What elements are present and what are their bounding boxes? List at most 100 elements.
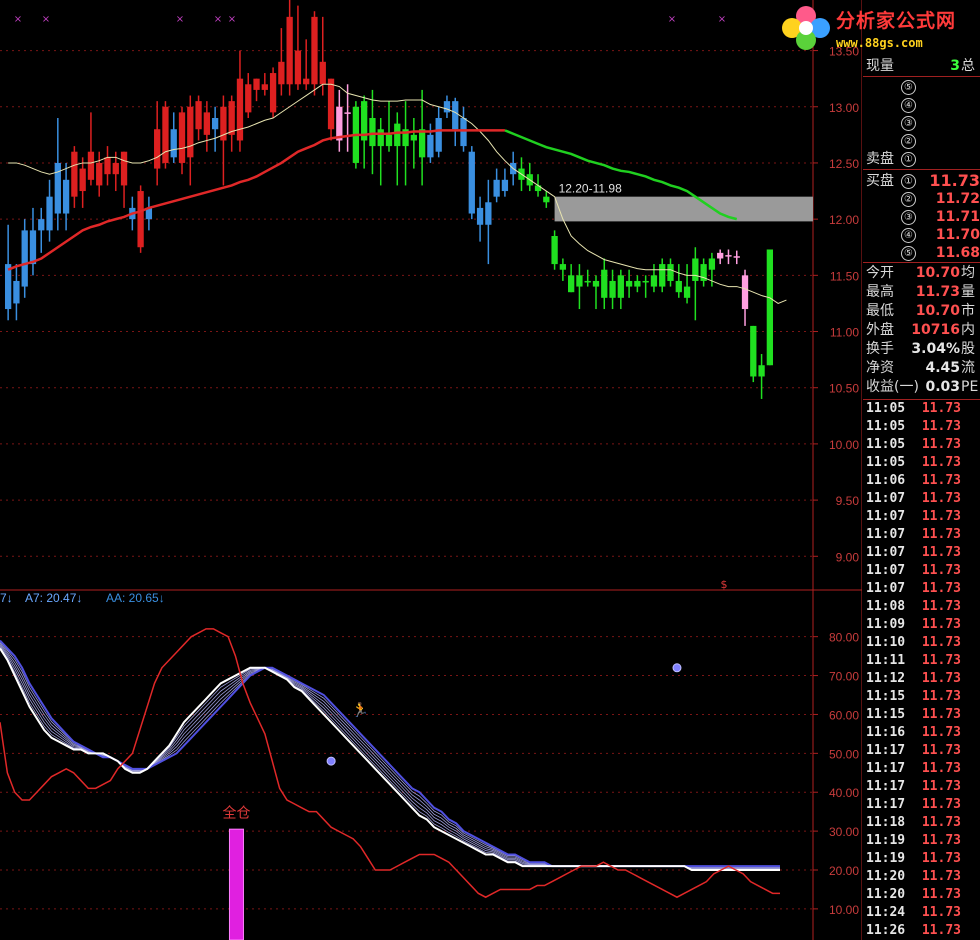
level-badge: ②: [901, 134, 916, 149]
indicator-tick-label: 70.00: [829, 670, 859, 684]
candle-body: [87, 151, 95, 180]
tick-row-label: 11:05: [866, 419, 906, 434]
candle-body: [766, 249, 774, 366]
candle-body: [170, 129, 177, 158]
candle-body: [327, 78, 335, 130]
price-tick-label: 10.00: [829, 438, 859, 452]
stat-row-value: 10.70: [915, 303, 960, 319]
candle-body: [38, 219, 45, 231]
tick-row-label: 11:17: [866, 743, 906, 758]
tick-row-value: 11.73: [921, 725, 961, 740]
candle-body: [4, 264, 12, 310]
price-axis: 13.5013.0012.5012.0011.5011.0010.5010.00…: [813, 45, 859, 917]
candle-body: [576, 275, 583, 287]
tick-row-value: 11.73: [921, 419, 961, 434]
tick-row-label: 11:09: [866, 617, 906, 632]
candle-body: [452, 101, 459, 130]
candle-body: [178, 112, 186, 163]
candle-body: [708, 258, 716, 270]
candle-body: [642, 280, 649, 283]
price-tick-label: 9.00: [836, 550, 860, 564]
candle-body: [468, 151, 475, 214]
ribbon-line: [0, 646, 780, 870]
candle-body: [634, 280, 641, 287]
tick-row-label: 11:24: [866, 905, 906, 920]
level-badge: ⑤: [901, 246, 916, 261]
stock-chart: 12.20-11.9814.32××××××× 🏃🏃全仓全仓7↓A7: 20.4…: [0, 0, 862, 940]
candle-body: [551, 236, 558, 265]
tick-row: 11:07 11.73: [863, 508, 980, 526]
tick-row-value: 11.73: [921, 599, 961, 614]
candle-body: [750, 325, 757, 377]
buy-level: 11.68 ⑤: [863, 244, 980, 262]
stat-row-extra: 流: [961, 360, 975, 376]
level-badge: ④: [901, 98, 916, 113]
indicator-tick-label: 40.00: [829, 786, 859, 800]
tick-row-label: 11:15: [866, 707, 906, 722]
tick-row-value: 11.73: [921, 797, 961, 812]
tick-row: 11:07 11.73: [863, 490, 980, 508]
tick-row: 11:07 11.73: [863, 544, 980, 562]
candle-body: [625, 280, 633, 287]
tick-row: 11:06 11.73: [863, 472, 980, 490]
stat-row-label: 换手: [866, 341, 894, 357]
marker-x: ×: [176, 14, 184, 25]
stat-row-extra: PE: [961, 379, 979, 395]
price-tick-label: 12.00: [829, 213, 859, 227]
candle-body: [104, 157, 111, 175]
indicator-tick-label: 30.00: [829, 825, 859, 839]
buy-level: 11.72 ②: [863, 190, 980, 208]
stat-row: 外盘 10716 内: [863, 321, 980, 339]
divider: [863, 76, 980, 77]
stat-row: 净资 4.45 流: [863, 359, 980, 377]
tick-row-value: 11.73: [921, 473, 961, 488]
tick-row-label: 11:07: [866, 581, 906, 596]
level-badge: ②: [901, 192, 916, 207]
candle-body: [427, 134, 434, 158]
stat-row-extra: 均: [961, 265, 975, 281]
tick-row: 11:07 11.73: [863, 526, 980, 544]
tick-row-label: 11:18: [866, 815, 906, 830]
stat-row-value: 4.45: [925, 360, 960, 376]
candle-body: [245, 84, 252, 113]
tick-row: 11:19 11.73: [863, 832, 980, 850]
candle-body: [253, 78, 260, 90]
signal-label: 全仓: [222, 805, 250, 822]
marker-x: ×: [668, 14, 676, 25]
tick-row-label: 11:07: [866, 491, 906, 506]
candle-body: [79, 168, 86, 192]
tick-row-value: 11.73: [921, 761, 961, 776]
tick-row: 11:17 11.73: [863, 760, 980, 778]
tick-row: 11:07 11.73: [863, 562, 980, 580]
stat-row-extra: 股: [961, 341, 975, 357]
candle-body: [261, 84, 268, 90]
tick-row-label: 11:10: [866, 635, 906, 650]
tick-row-label: 11:08: [866, 599, 906, 614]
candle-body: [203, 112, 210, 135]
tick-row-label: 11:15: [866, 689, 906, 704]
sell-level-label: 卖盘: [866, 151, 894, 167]
tick-row-label: 11:17: [866, 761, 906, 776]
tick-row: 11:15 11.73: [863, 706, 980, 724]
candle-body: [137, 191, 144, 248]
tick-row-value: 11.73: [921, 437, 961, 452]
k-line: [0, 628, 780, 899]
candle-body: [278, 61, 285, 85]
divider: [863, 262, 980, 263]
tick-row-value: 11.73: [921, 923, 961, 938]
candle-body: [683, 286, 691, 298]
tick-row: 11:07 11.73: [863, 580, 980, 598]
range-label: 12.20-11.98: [559, 182, 622, 196]
stat-row-value: 0.03: [925, 379, 960, 395]
buy-level-value: 11.73: [929, 171, 980, 190]
candle-body: [659, 264, 666, 287]
tick-row: 11:05 11.73: [863, 418, 980, 436]
tick-row-label: 11:07: [866, 563, 906, 578]
price-tick-label: 10.50: [829, 382, 859, 396]
site-logo: 分析家公式网 www.88gs.com: [778, 2, 980, 54]
tick-row: 11:12 11.73: [863, 670, 980, 688]
candle-body: [675, 280, 682, 293]
candle-body: [584, 280, 591, 283]
candle-body: [617, 275, 624, 298]
legend-entry: 7↓: [0, 591, 13, 605]
